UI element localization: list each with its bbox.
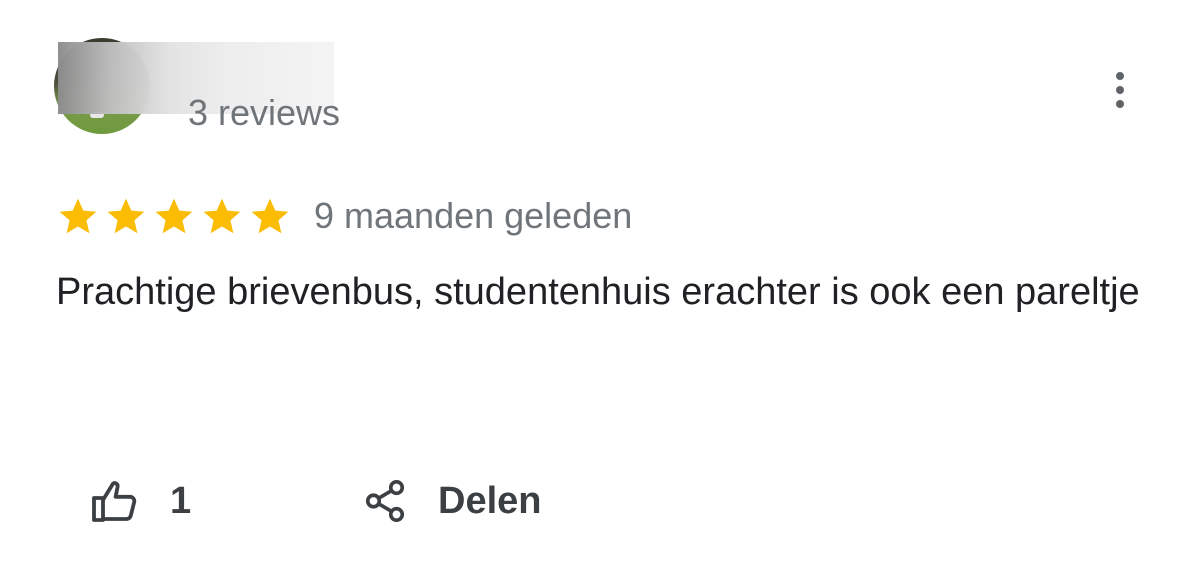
star-rating — [56, 194, 292, 238]
star-icon — [104, 194, 148, 238]
more-vertical-icon-dot — [1116, 86, 1124, 94]
share-icon — [362, 478, 408, 524]
like-count: 1 — [170, 480, 192, 522]
star-icon — [152, 194, 196, 238]
star-icon — [248, 194, 292, 238]
more-options-button[interactable] — [1100, 66, 1140, 114]
thumbs-up-icon — [90, 477, 142, 525]
share-label: Delen — [438, 480, 542, 522]
review-date: 9 maanden geleden — [314, 195, 633, 236]
rating-row: 9 maanden geleden — [56, 194, 632, 238]
reviews-count-label: 3 reviews — [188, 97, 341, 133]
reviewer-reviews-count[interactable]: 3 reviews — [188, 97, 340, 133]
star-icon — [56, 194, 100, 238]
like-button[interactable]: 1 — [90, 474, 191, 528]
review-text: Prachtige brievenbus, studentenhuis erac… — [56, 271, 1140, 313]
more-vertical-icon — [1116, 72, 1124, 80]
star-icon — [200, 194, 244, 238]
more-vertical-icon-dot — [1116, 100, 1124, 108]
share-button[interactable]: Delen — [362, 474, 541, 528]
